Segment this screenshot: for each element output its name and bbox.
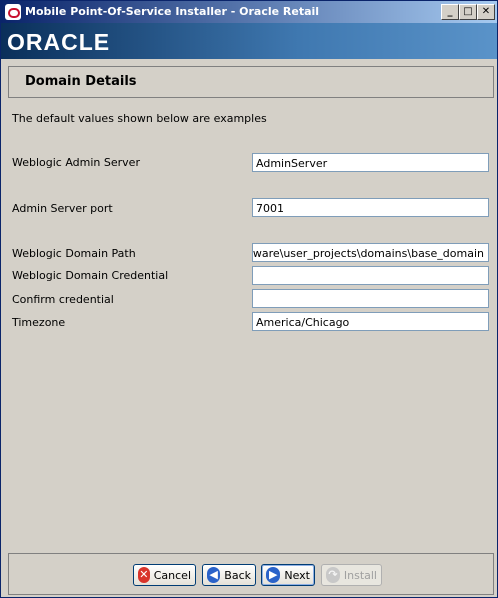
cancel-button-label: Cancel <box>153 568 191 582</box>
cancel-button[interactable]: ✕ Cancel <box>133 564 196 586</box>
window-title: Mobile Point-Of-Service Installer - Orac… <box>25 5 320 18</box>
timezone-label: Timezone <box>12 316 66 329</box>
admin-port-input[interactable]: 7001 <box>252 198 489 217</box>
install-arrow-icon: ↷ <box>326 567 340 583</box>
page-header: Domain Details <box>8 66 494 98</box>
title-bar[interactable]: Mobile Point-Of-Service Installer - Orac… <box>1 1 497 23</box>
confirm-credential-input[interactable] <box>252 289 489 308</box>
arrow-right-icon: ▶ <box>266 567 281 583</box>
maximize-button[interactable]: □ <box>459 4 477 20</box>
oracle-banner: ORACLE <box>1 23 497 59</box>
domain-path-label: Weblogic Domain Path <box>12 247 136 260</box>
page-description: The default values shown below are examp… <box>12 112 267 125</box>
close-button[interactable]: ✕ <box>477 4 495 20</box>
admin-port-label: Admin Server port <box>12 202 113 215</box>
admin-server-label: Weblogic Admin Server <box>12 156 140 169</box>
page-title: Domain Details <box>25 74 137 89</box>
arrow-left-icon: ◀ <box>207 567 221 583</box>
app-icon <box>5 4 21 20</box>
installer-window: Mobile Point-Of-Service Installer - Orac… <box>0 0 498 598</box>
cancel-x-icon: ✕ <box>138 567 150 583</box>
admin-server-input[interactable]: AdminServer <box>252 153 489 172</box>
timezone-input[interactable]: America/Chicago <box>252 312 489 331</box>
install-button[interactable]: ↷ Install <box>321 564 382 586</box>
domain-path-input[interactable]: /iddleware\user_projects\domains\base_do… <box>252 243 489 262</box>
domain-credential-input[interactable] <box>252 266 489 285</box>
install-button-label: Install <box>343 568 377 582</box>
next-button-label: Next <box>284 568 310 582</box>
domain-path-value: /iddleware\user_projects\domains\base_do… <box>252 247 484 260</box>
minimize-button[interactable]: _ <box>441 4 459 20</box>
back-button-label: Back <box>224 568 251 582</box>
back-button[interactable]: ◀ Back <box>202 564 256 586</box>
domain-credential-label: Weblogic Domain Credential <box>12 269 169 282</box>
confirm-credential-label: Confirm credential <box>12 293 114 306</box>
oracle-logo: ORACLE <box>7 29 111 55</box>
next-button[interactable]: ▶ Next <box>261 564 315 586</box>
